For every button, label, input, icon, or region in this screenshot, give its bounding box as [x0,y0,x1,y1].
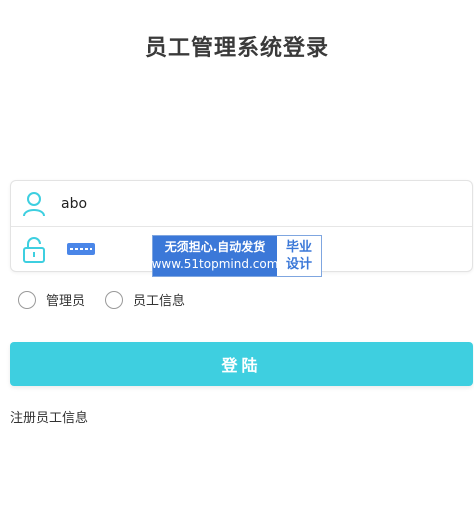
password-input[interactable] [67,243,95,255]
role-admin[interactable]: 管理员 [18,290,85,309]
role-employee[interactable]: 员工信息 [105,290,185,309]
username-input[interactable] [61,188,361,219]
watermark-line1: 无须担心.自动发货 [164,240,266,254]
role-employee-radio[interactable] [105,290,124,309]
role-selector: 管理员 员工信息 [18,290,205,309]
watermark-right-line1: 毕业 [285,240,312,255]
page-title: 员工管理系统登录 [144,36,329,61]
watermark-right-line2: 设计 [285,257,312,272]
role-admin-radio[interactable] [18,290,36,309]
watermark-line2: www.51topmind.com [151,257,279,271]
register-link[interactable]: 注册员工信息 [10,407,88,426]
login-button[interactable]: 登陆 [10,342,473,386]
username-row [11,181,472,227]
role-employee-label: 员工信息 [133,294,186,309]
lock-icon [19,235,49,265]
watermark-overlay: 无须担心.自动发货 www.51topmind.com 毕业 设计 [152,235,322,277]
user-icon [19,189,49,219]
role-admin-label: 管理员 [46,294,86,309]
